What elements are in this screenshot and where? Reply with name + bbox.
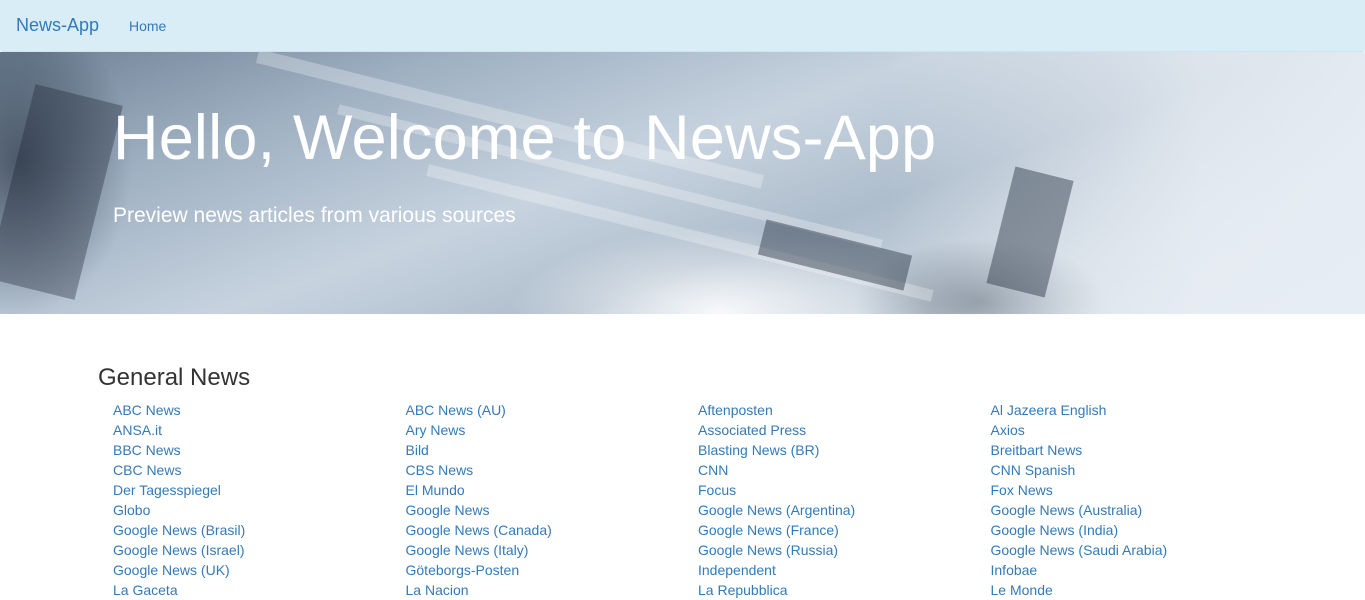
source-link[interactable]: Google News (France) (698, 520, 991, 540)
source-link[interactable]: Göteborgs-Posten (406, 560, 699, 580)
source-link[interactable]: CNN Spanish (991, 460, 1284, 480)
source-list: ABC News ABC News (AU) Aftenposten Al Jazee… (113, 400, 1283, 600)
source-link[interactable]: Google News (UK) (113, 560, 406, 580)
source-link[interactable]: Der Tagesspiegel (113, 480, 406, 500)
source-link[interactable]: Axios (991, 420, 1284, 440)
source-link[interactable]: ABC News (AU) (406, 400, 699, 420)
source-link[interactable]: Google News (Australia) (991, 500, 1284, 520)
nav-home-link[interactable]: Home (129, 18, 166, 34)
source-link[interactable]: Associated Press (698, 420, 991, 440)
source-link[interactable]: Google News (Russia) (698, 540, 991, 560)
source-link[interactable]: Al Jazeera English (991, 400, 1284, 420)
navbar: News-App Home (0, 0, 1365, 52)
hero-subtitle: Preview news articles from various sourc… (113, 204, 516, 227)
source-link[interactable]: Breitbart News (991, 440, 1284, 460)
source-link[interactable]: CBS News (406, 460, 699, 480)
source-link[interactable]: Google News (Saudi Arabia) (991, 540, 1284, 560)
source-link[interactable]: Le Monde (991, 580, 1284, 600)
source-link[interactable]: Ary News (406, 420, 699, 440)
source-link[interactable]: ANSA.it (113, 420, 406, 440)
source-link[interactable]: Google News (Italy) (406, 540, 699, 560)
source-link[interactable]: La Repubblica (698, 580, 991, 600)
source-link[interactable]: Blasting News (BR) (698, 440, 991, 460)
source-link[interactable]: Bild (406, 440, 699, 460)
source-link[interactable]: Google News (Canada) (406, 520, 699, 540)
source-link[interactable]: Aftenposten (698, 400, 991, 420)
source-link[interactable]: Google News (India) (991, 520, 1284, 540)
source-link[interactable]: CBC News (113, 460, 406, 480)
source-link[interactable]: Infobae (991, 560, 1284, 580)
source-link[interactable]: Fox News (991, 480, 1284, 500)
source-link[interactable]: CNN (698, 460, 991, 480)
hero-jumbotron: Hello, Welcome to News-App Preview news … (0, 52, 1365, 314)
general-news-heading: General News (98, 364, 251, 391)
source-link[interactable]: BBC News (113, 440, 406, 460)
source-link[interactable]: El Mundo (406, 480, 699, 500)
source-link[interactable]: ABC News (113, 400, 406, 420)
hero-title: Hello, Welcome to News-App (113, 103, 937, 173)
source-link[interactable]: La Nacion (406, 580, 699, 600)
brand-link[interactable]: News-App (16, 15, 99, 36)
source-link[interactable]: Google News (Brasil) (113, 520, 406, 540)
source-link[interactable]: La Gaceta (113, 580, 406, 600)
source-link[interactable]: Independent (698, 560, 991, 580)
source-link[interactable]: Google News (406, 500, 699, 520)
source-link[interactable]: Globo (113, 500, 406, 520)
source-link[interactable]: Google News (Argentina) (698, 500, 991, 520)
source-link[interactable]: Google News (Israel) (113, 540, 406, 560)
source-link[interactable]: Focus (698, 480, 991, 500)
